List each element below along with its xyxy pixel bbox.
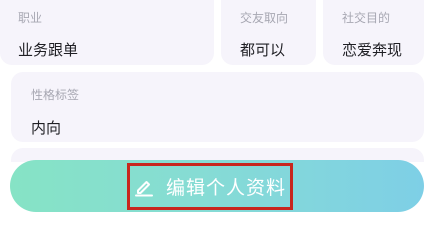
personality-tags-label: 性格标签: [31, 88, 80, 102]
preference-card: 交友取向 都可以: [221, 0, 316, 65]
personality-tags-value: 内向: [31, 119, 62, 137]
goal-label: 社交目的: [342, 11, 391, 25]
goal-value: 恋爱奔现: [342, 41, 403, 59]
preference-label: 交友取向: [240, 11, 289, 25]
job-card: 职业 业务跟单: [0, 0, 214, 65]
goal-card: 社交目的 恋爱奔现: [323, 0, 424, 65]
edit-profile-highlight[interactable]: 编辑个人资料: [127, 163, 293, 210]
job-value: 业务跟单: [18, 41, 79, 59]
edit-profile-button[interactable]: 编辑个人资料: [10, 160, 424, 212]
pencil-icon: [134, 180, 153, 196]
preference-value: 都可以: [240, 41, 286, 59]
edit-profile-label: 编辑个人资料: [165, 177, 286, 199]
personality-tags-card: 性格标签 内向: [11, 72, 424, 142]
job-label: 职业: [18, 11, 43, 25]
